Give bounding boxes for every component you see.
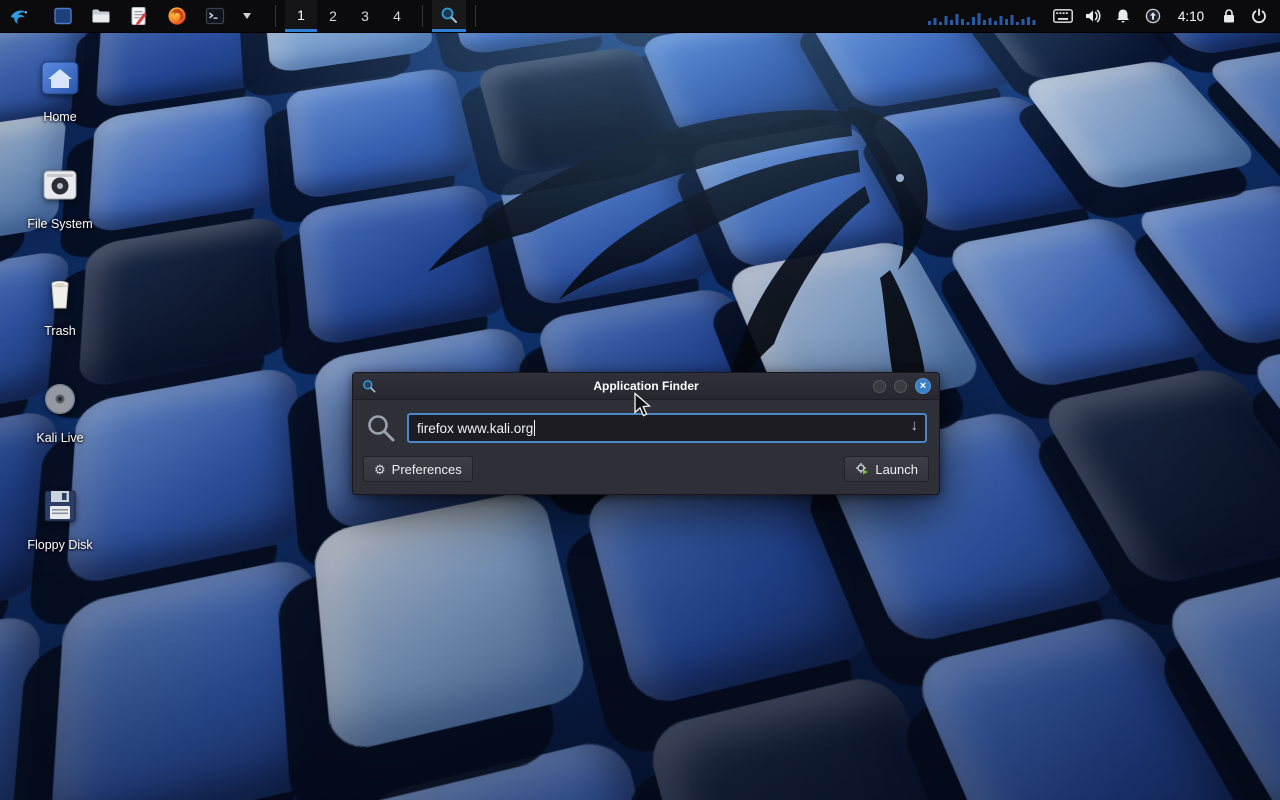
app-finder-window-icon — [361, 378, 377, 394]
desktop-icon-trash[interactable]: Trash — [12, 270, 108, 338]
workspace-button-1[interactable]: 1 — [285, 0, 317, 32]
wallpaper-cube — [357, 735, 693, 800]
lock-icon — [1222, 8, 1236, 24]
text-editor-button[interactable] — [124, 0, 154, 32]
firefox-button[interactable] — [162, 0, 192, 32]
terminal-button[interactable] — [200, 0, 230, 32]
wallpaper-cube — [0, 611, 42, 800]
window-icon — [53, 6, 73, 26]
clock-label: 4:10 — [1178, 9, 1204, 24]
close-icon: × — [920, 380, 926, 392]
desktop-icon-label: Kali Live — [12, 431, 108, 445]
app-finder-icon — [439, 5, 459, 25]
desktop-icon-floppy-disk[interactable]: Floppy Disk — [12, 484, 108, 552]
power-icon — [1251, 8, 1267, 24]
desktop-icon-label: File System — [12, 217, 108, 231]
wallpaper-cube — [312, 488, 591, 756]
workspace-label: 3 — [361, 8, 369, 24]
panel-separator — [275, 5, 276, 27]
workspace-label: 1 — [297, 7, 305, 23]
volume-icon — [1084, 8, 1102, 24]
disc-icon — [38, 377, 82, 426]
window-controls: × — [873, 378, 931, 394]
search-input-value: firefox www.kali.org — [417, 421, 533, 436]
bell-icon — [1115, 8, 1131, 24]
logout-button[interactable] — [1244, 0, 1274, 32]
text-caret — [534, 420, 535, 436]
desktop-icon-home[interactable]: Home — [12, 56, 108, 124]
dropdown-arrow-icon[interactable]: ↓ — [911, 417, 919, 434]
workspace-label: 4 — [393, 8, 401, 24]
taskbar-app-finder-button[interactable] — [432, 0, 466, 32]
top-panel: 1 2 3 4 — [0, 0, 1280, 33]
desktop-icon-kali-live[interactable]: Kali Live — [12, 377, 108, 445]
status-circle-icon — [1145, 8, 1161, 24]
workspace-button-2[interactable]: 2 — [317, 0, 349, 32]
workspace-button-3[interactable]: 3 — [349, 0, 381, 32]
search-row: firefox www.kali.org ↓ — [353, 400, 939, 452]
text-editor-icon — [130, 6, 148, 26]
titlebar[interactable]: Application Finder × — [353, 373, 939, 400]
file-system-icon — [38, 163, 82, 212]
desktop-icon-file-system[interactable]: File System — [12, 163, 108, 231]
chevron-down-icon — [243, 13, 251, 19]
keyboard-icon — [1053, 9, 1073, 23]
desktop-icon-label: Home — [12, 110, 108, 124]
desktop: 1 2 3 4 — [0, 0, 1280, 800]
firefox-icon — [167, 6, 187, 26]
terminal-dropdown-button[interactable] — [232, 0, 262, 32]
launch-button[interactable]: Launch — [844, 456, 929, 482]
launch-label: Launch — [875, 462, 918, 477]
kali-logo-icon — [8, 5, 30, 27]
floppy-icon — [38, 484, 82, 533]
wallpaper-cube — [49, 555, 331, 800]
workspace-label: 2 — [329, 8, 337, 24]
folder-icon — [91, 8, 111, 24]
keyboard-tray-button[interactable] — [1048, 0, 1078, 32]
network-monitor-graph[interactable] — [928, 7, 1038, 25]
terminal-icon — [205, 7, 225, 25]
clock[interactable]: 4:10 — [1168, 0, 1214, 32]
panel-separator — [475, 5, 476, 27]
gear-icon: ⚙ — [374, 463, 386, 476]
close-button[interactable]: × — [915, 378, 931, 394]
maximize-button[interactable] — [894, 380, 907, 393]
button-row: ⚙ Preferences Launch — [353, 452, 939, 494]
applications-menu-button[interactable] — [4, 0, 34, 32]
search-icon — [365, 412, 397, 444]
status-tray-button[interactable] — [1138, 0, 1168, 32]
trash-icon — [38, 270, 82, 319]
home-icon — [38, 56, 82, 105]
launch-icon — [855, 462, 869, 476]
preferences-button[interactable]: ⚙ Preferences — [363, 456, 473, 482]
desktop-icon-label: Trash — [12, 324, 108, 338]
show-desktop-button[interactable] — [48, 0, 78, 32]
preferences-label: Preferences — [392, 462, 462, 477]
lock-screen-button[interactable] — [1214, 0, 1244, 32]
desktop-icon-label: Floppy Disk — [12, 538, 108, 552]
volume-tray-button[interactable] — [1078, 0, 1108, 32]
file-manager-button[interactable] — [86, 0, 116, 32]
panel-separator — [422, 5, 423, 27]
application-finder-window: Application Finder × firefox www.kali.or… — [352, 372, 940, 495]
window-title: Application Finder — [413, 379, 879, 393]
notifications-tray-button[interactable] — [1108, 0, 1138, 32]
search-input[interactable]: firefox www.kali.org ↓ — [407, 413, 927, 443]
workspace-button-4[interactable]: 4 — [381, 0, 413, 32]
